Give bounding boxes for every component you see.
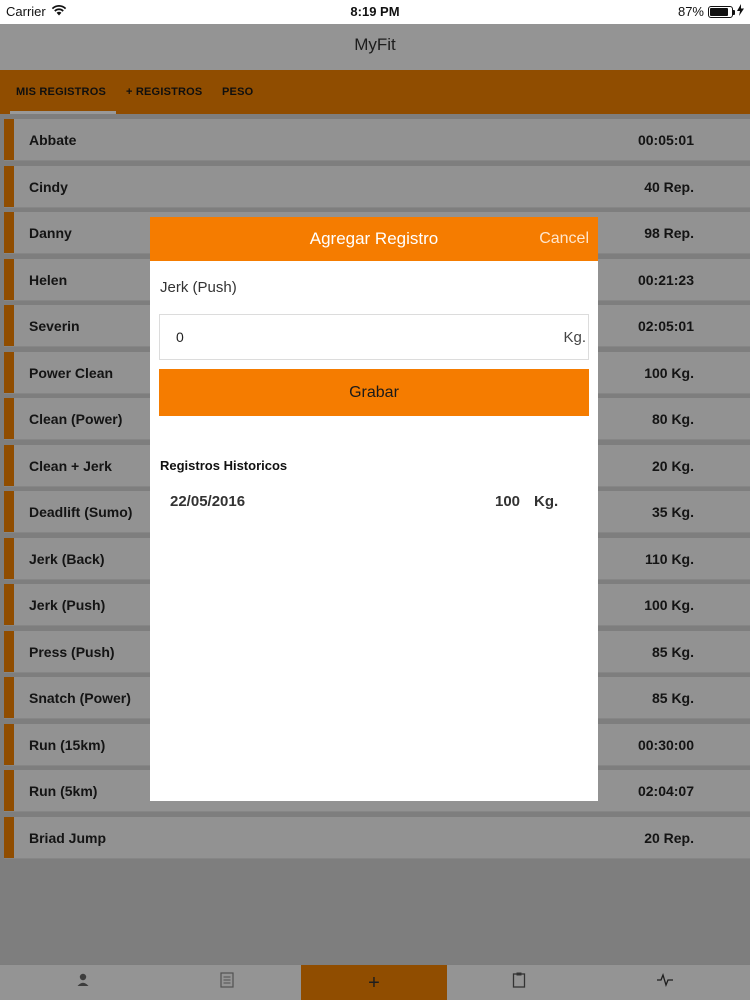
battery-icon [708,5,735,18]
status-right: 87% [678,4,744,19]
modal-header: Agregar Registro Cancel [150,217,598,261]
cancel-button[interactable]: Cancel [539,217,589,261]
modal-title: Agregar Registro [309,229,439,248]
weight-input[interactable] [160,315,550,359]
battery-fill [710,7,728,16]
weight-unit: Kg. [563,329,586,346]
status-time: 8:19 PM [350,4,400,19]
status-bar: Carrier 8:19 PM 87% [0,0,750,24]
history-date: 22/05/2016 [170,493,246,510]
charging-icon [737,4,744,19]
history-unit: Kg. [534,493,559,510]
weight-field: Kg. [159,314,589,360]
battery-percent: 87% [677,4,704,19]
save-button[interactable]: Grabar [159,369,589,416]
history-title: Registros Historicos [160,458,288,473]
add-record-modal: Agregar Registro Cancel Jerk (Push) Kg. … [150,217,598,801]
history-value: 100 [495,493,521,510]
history-row: 22/05/2016 100 Kg. [170,493,560,515]
exercise-name: Jerk (Push) [160,279,237,296]
